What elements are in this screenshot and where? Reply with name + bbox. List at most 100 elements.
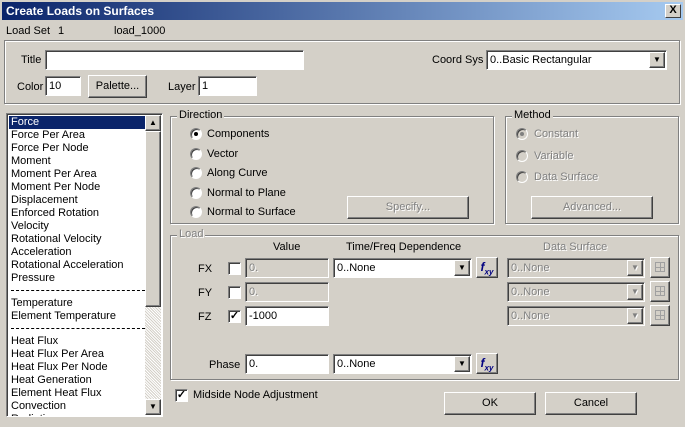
layer-label: Layer <box>168 81 196 93</box>
coord-sys-label: Coord Sys <box>432 54 484 66</box>
fz-surface-select[interactable]: 0..None ▼ <box>507 306 645 326</box>
fz-value-input[interactable]: -1000 <box>245 306 329 326</box>
phase-label: Phase <box>209 359 241 371</box>
fx-time-value: 0..None <box>337 262 376 274</box>
color-label: Color <box>17 81 44 93</box>
direction-option-label: Vector <box>207 148 239 160</box>
specify-button[interactable]: Specify... <box>347 196 469 219</box>
phase-value-input[interactable]: 0. <box>245 354 329 374</box>
list-item[interactable]: Moment Per Node <box>9 181 147 194</box>
list-item[interactable]: Heat Flux Per Node <box>9 361 147 374</box>
fx-time-select[interactable]: 0..None ▼ <box>333 258 472 278</box>
chevron-down-icon[interactable]: ▼ <box>649 52 665 68</box>
list-item[interactable]: Force <box>9 116 147 129</box>
fx-label: FX <box>198 263 213 275</box>
list-item[interactable]: Force Per Node <box>9 142 147 155</box>
fz-checkbox[interactable]: ✓ <box>228 310 241 323</box>
fx-table-icon[interactable] <box>650 257 670 278</box>
direction-radio[interactable] <box>190 128 202 140</box>
fx-checkbox[interactable] <box>228 262 241 275</box>
list-item[interactable]: Element Heat Flux <box>9 387 147 400</box>
phase-time-select[interactable]: 0..None ▼ <box>333 354 472 374</box>
list-item[interactable]: Acceleration <box>9 246 147 259</box>
phase-function-icon[interactable]: fxy <box>476 353 498 374</box>
list-item[interactable]: Displacement <box>9 194 147 207</box>
direction-option-label: Normal to Surface <box>207 206 296 218</box>
fy-surface-select[interactable]: 0..None ▼ <box>507 282 645 302</box>
close-button[interactable]: X <box>665 4 681 18</box>
list-item[interactable]: Moment <box>9 155 147 168</box>
list-item[interactable]: Heat Flux <box>9 335 147 348</box>
coord-sys-value: 0..Basic Rectangular <box>490 54 592 66</box>
load-type-list[interactable]: Force Force Per Area Force Per Node Moment M… <box>6 113 163 417</box>
value-column-header: Value <box>273 241 301 253</box>
fx-value-input[interactable]: 0. <box>245 258 329 278</box>
direction-label: Direction <box>177 109 225 121</box>
chevron-down-icon[interactable]: ▼ <box>627 308 643 324</box>
scroll-down-icon[interactable]: ▼ <box>145 399 161 415</box>
chevron-down-icon[interactable]: ▼ <box>627 284 643 300</box>
method-radio[interactable] <box>516 150 528 162</box>
title-input[interactable] <box>45 50 304 70</box>
list-item[interactable]: Heat Flux Per Area <box>9 348 147 361</box>
palette-button[interactable]: Palette... <box>88 75 147 98</box>
chevron-down-icon[interactable]: ▼ <box>454 356 470 372</box>
coord-sys-select[interactable]: 0..Basic Rectangular ▼ <box>486 50 667 70</box>
fxy-sub: xy <box>484 363 494 373</box>
list-item[interactable]: Element Temperature <box>9 310 147 323</box>
list-item[interactable]: Heat Generation <box>9 374 147 387</box>
time-column-header: Time/Freq Dependence <box>346 241 462 253</box>
direction-radio[interactable] <box>190 148 202 160</box>
list-item[interactable]: Radiation <box>9 413 147 416</box>
scroll-thumb[interactable] <box>145 131 161 307</box>
list-item[interactable]: Temperature <box>9 297 147 310</box>
window-title: Create Loads on Surfaces <box>6 4 155 18</box>
list-item[interactable]: Enforced Rotation <box>9 207 147 220</box>
radio-dot <box>520 132 524 136</box>
list-separator <box>11 328 145 329</box>
fy-checkbox[interactable] <box>228 286 241 299</box>
method-radio[interactable] <box>516 128 528 140</box>
list-item[interactable]: Velocity <box>9 220 147 233</box>
list-item[interactable]: Force Per Area <box>9 129 147 142</box>
direction-option-label: Normal to Plane <box>207 187 286 199</box>
direction-radio[interactable] <box>190 206 202 218</box>
list-item[interactable]: Rotational Acceleration <box>9 259 147 272</box>
cancel-button[interactable]: Cancel <box>545 392 637 415</box>
direction-radio[interactable] <box>190 187 202 199</box>
fy-table-icon[interactable] <box>650 281 670 302</box>
direction-radio[interactable] <box>190 167 202 179</box>
list-item[interactable]: Moment Per Area <box>9 168 147 181</box>
method-option-label: Data Surface <box>534 171 599 183</box>
fy-value-input[interactable]: 0. <box>245 282 329 302</box>
ok-button[interactable]: OK <box>444 392 536 415</box>
dialog-window: Create Loads on Surfaces X Load Set 1 lo… <box>0 0 685 427</box>
fy-label: FY <box>198 287 213 299</box>
load-set-name: load_1000 <box>114 25 166 37</box>
chevron-down-icon[interactable]: ▼ <box>627 260 643 276</box>
list-item[interactable]: Pressure <box>9 272 147 285</box>
fy-surface-value: 0..None <box>511 286 550 298</box>
fz-table-icon[interactable] <box>650 305 670 326</box>
list-item[interactable]: Convection <box>9 400 147 413</box>
advanced-button[interactable]: Advanced... <box>531 196 653 219</box>
chevron-down-icon[interactable]: ▼ <box>454 260 470 276</box>
fx-surface-select[interactable]: 0..None ▼ <box>507 258 645 278</box>
scroll-up-icon[interactable]: ▲ <box>145 115 161 131</box>
direction-option-label: Along Curve <box>207 167 268 179</box>
color-input[interactable]: 10 <box>45 76 81 96</box>
fz-label: FZ <box>198 311 212 323</box>
list-separator <box>11 290 145 291</box>
title-bar[interactable]: Create Loads on Surfaces X <box>2 2 683 20</box>
fx-function-icon[interactable]: fxy <box>476 257 498 278</box>
phase-time-value: 0..None <box>337 358 376 370</box>
list-item[interactable]: Rotational Velocity <box>9 233 147 246</box>
midside-label: Midside Node Adjustment <box>193 389 318 401</box>
layer-input[interactable]: 1 <box>198 76 257 96</box>
method-radio[interactable] <box>516 171 528 183</box>
midside-checkbox[interactable]: ✓ <box>175 389 188 402</box>
method-option-label: Variable <box>534 150 574 162</box>
surface-column-header: Data Surface <box>543 241 608 253</box>
method-label: Method <box>512 109 553 121</box>
list-scrollbar[interactable]: ▲ ▼ <box>145 115 161 415</box>
